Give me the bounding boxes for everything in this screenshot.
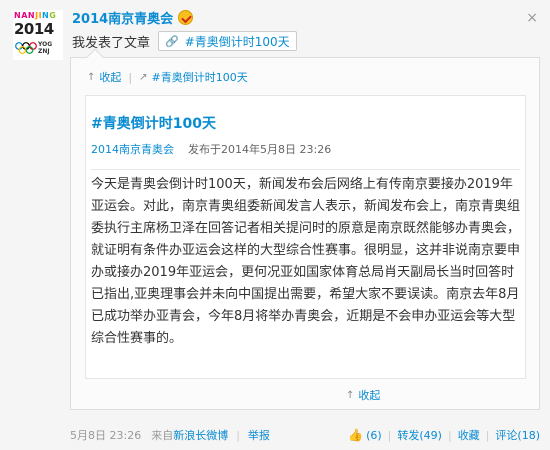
article-meta: 2014南京青奥会 发布于2014年5月8日 23:26 — [91, 141, 331, 157]
article-divider — [91, 169, 520, 170]
topic-tag-link[interactable]: 🔗 #青奥倒计时100天 — [158, 31, 297, 51]
divider: | — [128, 70, 133, 84]
close-icon[interactable]: × — [526, 10, 538, 26]
like-count[interactable]: (6) — [366, 429, 382, 442]
article-author-link[interactable]: 2014南京青奥会 — [91, 141, 174, 157]
collapse-bottom-link[interactable]: ↑ 收起 — [346, 387, 380, 403]
collapse-up-icon: ↑ — [346, 389, 355, 401]
divider: | — [387, 428, 392, 442]
verified-badge-icon[interactable] — [178, 9, 194, 25]
logo-part-1: NAN — [14, 11, 36, 20]
collapse-link[interactable]: 收起 — [99, 69, 121, 85]
article-body-panel: #青奥倒计时100天 2014南京青奥会 发布于2014年5月8日 23:26 … — [85, 95, 526, 379]
logo-year: 2014 — [14, 20, 54, 38]
report-link[interactable]: 举报 — [248, 427, 270, 443]
topic-tag-label: #青奥倒计时100天 — [184, 34, 290, 49]
thumbs-up-icon[interactable]: 👍 — [348, 428, 363, 442]
status-row: 我发表了文章 🔗 #青奥倒计时100天 — [72, 31, 297, 51]
user-row: 2014南京青奥会 — [72, 8, 194, 27]
post-footer: 5月8日 23:26 来自 新浪长微博 | 举报 👍 (6) | 转发(49) … — [70, 426, 540, 444]
status-text: 我发表了文章 — [72, 35, 151, 51]
account-avatar[interactable]: NANJING 2014 YOG ZNJ — [13, 10, 63, 60]
repost-button[interactable]: 转发(49) — [397, 427, 442, 443]
logo-part-4: G — [49, 11, 57, 20]
card-topbar: ↑ 收起 | ↗ #青奥倒计时100天 — [87, 69, 248, 85]
article-text: 今天是青奥会倒计时100天，新闻发布会后网络上有传南京要接办2019年亚运会。对… — [91, 177, 521, 346]
card-pointer — [86, 48, 104, 66]
post-actions: 👍 (6) | 转发(49) | 收藏 | 评论(18) — [348, 426, 540, 444]
external-link-icon: ↗ — [139, 71, 148, 83]
logo-wordmark: NANJING — [14, 11, 56, 20]
post-time-link[interactable]: 5月8日 23:26 — [70, 427, 141, 443]
logo-yog-text: YOG ZNJ — [38, 41, 53, 55]
favorite-button[interactable]: 收藏 — [458, 427, 480, 443]
comment-button[interactable]: 评论(18) — [495, 427, 540, 443]
divider: | — [236, 428, 240, 442]
article-published-time: 发布于2014年5月8日 23:26 — [188, 143, 332, 156]
article-title[interactable]: #青奥倒计时100天 — [91, 113, 216, 133]
article-card: ↑ 收起 | ↗ #青奥倒计时100天 #青奥倒计时100天 2014南京青奥会… — [70, 48, 540, 410]
link-icon: 🔗 — [165, 34, 179, 48]
divider: | — [485, 428, 490, 442]
olympic-rings-icon — [15, 42, 37, 54]
topic-link[interactable]: #青奥倒计时100天 — [152, 69, 248, 85]
logo-part-2: JI — [35, 11, 43, 20]
collapse-up-icon: ↑ — [87, 71, 96, 83]
collapse-bottom-label: 收起 — [358, 389, 381, 402]
source-prefix: 来自 — [151, 429, 174, 442]
source-link[interactable]: 新浪长微博 — [173, 427, 228, 443]
user-name-link[interactable]: 2014南京青奥会 — [72, 8, 173, 27]
divider: | — [447, 428, 452, 442]
